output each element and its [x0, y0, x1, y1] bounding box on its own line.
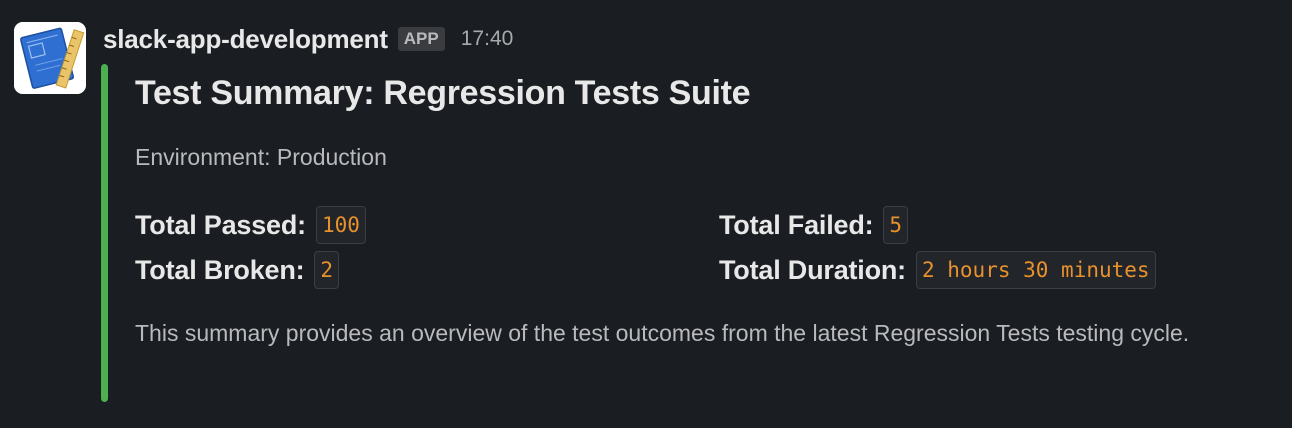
- field-label: Total Passed:: [135, 209, 306, 240]
- field-label: Total Duration:: [719, 254, 906, 285]
- field-value-code: 100: [315, 206, 366, 244]
- field-label: Total Broken:: [135, 254, 305, 285]
- field-total-duration: Total Duration: 2 hours 30 minutes: [719, 250, 1156, 290]
- app-badge: APP: [397, 27, 445, 51]
- message-timestamp[interactable]: 17:40: [461, 27, 514, 51]
- sender-name[interactable]: slack-app-development: [103, 24, 388, 55]
- field-total-broken: Total Broken: 2: [135, 250, 340, 290]
- message-header: slack-app-development APP 17:40: [103, 22, 513, 56]
- field-value-code: 5: [883, 206, 909, 244]
- field-label: Total Failed:: [719, 209, 874, 240]
- blueprint-ruler-icon: [14, 22, 86, 94]
- attachment-description: This summary provides an overview of the…: [135, 320, 1190, 346]
- chat-message: slack-app-development APP 17:40 Test Sum…: [0, 0, 1292, 428]
- field-value-code: 2 hours 30 minutes: [915, 251, 1156, 289]
- environment-text: Environment: Production: [135, 144, 387, 170]
- attachment-title: Test Summary: Regression Tests Suite: [135, 74, 751, 112]
- field-value-code: 2: [314, 251, 340, 289]
- field-total-passed: Total Passed: 100: [135, 205, 366, 245]
- app-avatar[interactable]: [14, 22, 86, 94]
- field-total-failed: Total Failed: 5: [719, 205, 909, 245]
- attachment-accent-bar: [101, 64, 108, 402]
